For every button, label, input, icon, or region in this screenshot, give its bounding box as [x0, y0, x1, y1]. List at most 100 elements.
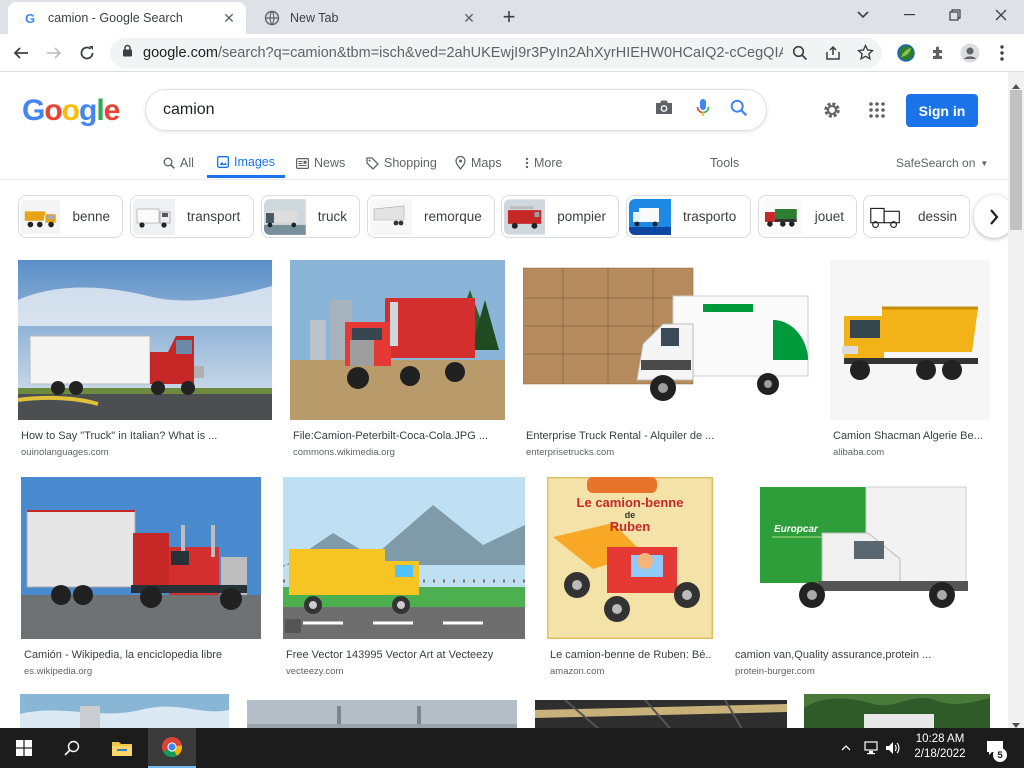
result-image	[535, 700, 787, 728]
chip-thumbnail	[370, 198, 412, 235]
address-bar[interactable]: google.com/search?q=camion&tbm=isch&ved=…	[110, 38, 882, 68]
extensions-puzzle-icon[interactable]	[924, 39, 952, 67]
taskbar-search-icon[interactable]	[48, 728, 96, 768]
chip-transport[interactable]: transport	[130, 195, 254, 238]
tab-label: Shopping	[384, 156, 437, 170]
tab-label: News	[314, 156, 346, 170]
chip-thumbnail	[264, 198, 306, 235]
chip-jouet[interactable]: jouet	[758, 195, 857, 238]
chip-label: truck	[317, 209, 347, 224]
chip-trasporto[interactable]: trasporto	[626, 195, 751, 238]
result-caption: Enterprise Truck Rental - Alquiler de ..…	[526, 430, 715, 442]
logo-letter: g	[79, 94, 97, 127]
page-scrollbar[interactable]	[1008, 72, 1024, 728]
tab-new-tab[interactable]: New Tab ✕	[250, 2, 486, 34]
close-window-icon[interactable]	[978, 0, 1024, 30]
restore-icon[interactable]	[932, 0, 978, 30]
tab-all[interactable]: All	[163, 148, 194, 178]
image-result-2[interactable]: File:Camion-Peterbilt-Coca-Cola.JPG ... …	[290, 260, 505, 460]
sign-in-button[interactable]: Sign in	[906, 94, 978, 127]
image-result-1[interactable]: How to Say "Truck" in Italian? What is .…	[18, 260, 272, 460]
result-image	[247, 700, 517, 728]
image-result-9[interactable]	[20, 694, 229, 728]
chip-benne[interactable]: benne	[18, 195, 123, 238]
chip-dessin[interactable]: dessin	[863, 195, 970, 238]
extension-leaf-icon[interactable]	[892, 39, 920, 67]
system-clock[interactable]: 10:28 AM 2/18/2022	[905, 732, 975, 762]
image-result-7[interactable]: Le camion-benne de Ruben Le camion-benne…	[547, 477, 713, 677]
tab-maps[interactable]: Maps	[455, 148, 502, 178]
google-logo[interactable]: Google	[22, 94, 120, 128]
bookmark-star-icon[interactable]	[856, 43, 875, 66]
forward-icon[interactable]	[40, 39, 68, 67]
search-input[interactable]: camion	[163, 101, 654, 119]
chip-truck[interactable]: truck	[261, 195, 360, 238]
close-tab-icon[interactable]: ✕	[218, 7, 240, 29]
safesearch-toggle[interactable]: SafeSearch on ▼	[896, 148, 988, 178]
image-result-8[interactable]: Europcar camion van,Quality assurance,pr…	[732, 477, 990, 677]
profile-avatar-icon[interactable]	[956, 39, 984, 67]
more-vert-icon	[525, 157, 529, 169]
browser-menu-icon[interactable]	[988, 39, 1016, 67]
image-result-6[interactable]: Free Vector 143995 Vector Art at Vecteez…	[283, 477, 525, 677]
tab-more[interactable]: More	[525, 148, 562, 178]
pin-icon	[455, 156, 466, 170]
network-icon[interactable]	[860, 728, 882, 768]
image-result-3[interactable]: Enterprise Truck Rental - Alquiler de ..…	[523, 260, 813, 460]
minimize-icon[interactable]	[886, 0, 932, 30]
reload-icon[interactable]	[73, 39, 101, 67]
share-icon[interactable]	[825, 45, 841, 66]
result-caption: camion van,Quality assurance,protein ...	[735, 649, 932, 661]
image-result-5[interactable]: Camión - Wikipedia, la enciclopedia libr…	[21, 477, 261, 677]
windows-start-icon[interactable]	[0, 728, 48, 768]
chrome-taskbar-icon[interactable]	[148, 728, 196, 768]
image-result-12[interactable]	[804, 694, 990, 728]
result-source: amazon.com	[550, 666, 605, 677]
chip-pompier[interactable]: pompier	[501, 195, 619, 238]
tab-google-search[interactable]: G camion - Google Search ✕	[8, 2, 246, 34]
search-box[interactable]: camion	[145, 89, 767, 131]
search-type-tabs: All Images News Shopping Maps More Tools…	[0, 148, 1008, 178]
action-center-icon[interactable]: 5	[980, 728, 1010, 768]
safesearch-label: SafeSearch on	[896, 156, 976, 170]
back-icon[interactable]	[7, 39, 35, 67]
tools-button[interactable]: Tools	[710, 148, 739, 178]
google-apps-icon[interactable]	[869, 102, 885, 123]
chip-thumbnail	[629, 198, 671, 235]
tab-search-chevron-icon[interactable]	[840, 0, 886, 30]
image-result-4[interactable]: Camion Shacman Algerie Be... alibaba.com	[830, 260, 990, 460]
chip-thumbnail	[866, 199, 906, 234]
scrollbar-thumb[interactable]	[1010, 90, 1022, 230]
url-text: google.com/search?q=camion&tbm=isch&ved=…	[143, 45, 783, 61]
image-result-11[interactable]	[535, 700, 787, 728]
tab-images[interactable]: Images	[207, 148, 285, 178]
close-tab-icon[interactable]: ✕	[458, 7, 480, 29]
chip-thumbnail	[504, 198, 546, 235]
tab-label: Maps	[471, 156, 502, 170]
file-explorer-icon[interactable]	[98, 728, 146, 768]
url-path: /search?q=camion&tbm=isch&ved=2ahUKEwjI9…	[217, 45, 783, 61]
result-caption: How to Say "Truck" in Italian? What is .…	[21, 430, 218, 442]
book-cover-title: Le camion-benne de Ruben	[547, 496, 713, 533]
tray-overflow-chevron-icon[interactable]	[836, 728, 856, 768]
search-icon[interactable]	[730, 99, 748, 122]
search-icon	[163, 157, 175, 169]
microphone-icon[interactable]	[696, 98, 710, 123]
settings-gear-icon[interactable]	[822, 100, 842, 125]
volume-icon[interactable]	[882, 728, 904, 768]
image-result-10[interactable]	[247, 700, 517, 728]
chip-label: pompier	[557, 209, 606, 224]
tab-news[interactable]: News	[296, 148, 345, 178]
camera-search-icon[interactable]	[654, 99, 674, 121]
chip-label: transport	[187, 209, 241, 224]
chip-remorque[interactable]: remorque	[367, 195, 495, 238]
tab-label: Images	[234, 154, 275, 169]
tab-shopping[interactable]: Shopping	[366, 148, 437, 178]
new-tab-button[interactable]: +	[497, 4, 521, 29]
zoom-icon[interactable]	[792, 45, 808, 66]
logo-letter: o	[44, 94, 62, 127]
result-caption: Camion Shacman Algerie Be...	[833, 430, 983, 442]
result-image	[523, 260, 813, 420]
chips-next-arrow-icon[interactable]	[974, 195, 1008, 238]
chip-label: trasporto	[683, 209, 737, 224]
